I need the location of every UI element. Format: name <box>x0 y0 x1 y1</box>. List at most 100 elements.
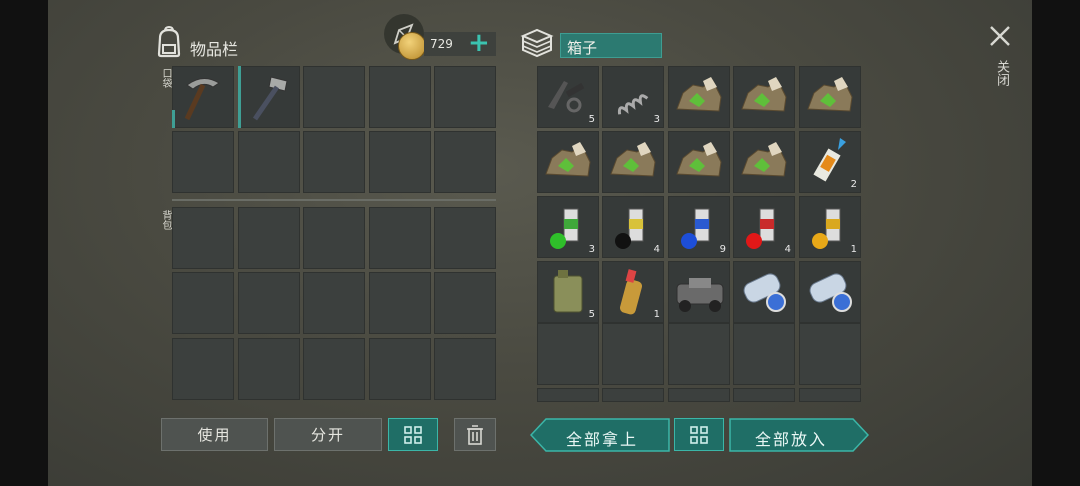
pocket-slot-1[interactable] <box>172 66 234 128</box>
ore-icon <box>610 142 656 177</box>
box-slot-spray-paint-green[interactable]: 3 <box>537 196 599 258</box>
item-count: 5 <box>588 114 595 125</box>
box-slot-bottle[interactable]: 1 <box>602 261 664 323</box>
backpack-slot-3[interactable] <box>303 207 365 269</box>
backpack-slot-14[interactable] <box>369 338 431 400</box>
box-slot-spray-paint-yellow[interactable]: 1 <box>799 196 861 258</box>
ore-icon <box>807 77 853 112</box>
box-slot-empty[interactable] <box>668 323 730 385</box>
add-currency-button[interactable]: + <box>468 28 490 58</box>
blueprint-scroll-icon <box>743 273 786 312</box>
pocket-slot-4[interactable] <box>369 66 431 128</box>
backpack-slot-7[interactable] <box>238 272 300 334</box>
pocket-slot-10[interactable] <box>434 131 496 193</box>
ore-icon <box>676 77 722 112</box>
pocket-label: 口袋 <box>160 68 171 88</box>
pocket-slot-1-bar <box>172 110 175 128</box>
backpack-slot-2[interactable] <box>238 207 300 269</box>
pocket-slot-3[interactable] <box>303 66 365 128</box>
pocket-slot-5[interactable] <box>434 66 496 128</box>
box-slot-ore[interactable] <box>733 66 795 128</box>
grid-icon <box>690 425 708 444</box>
backpack-slot-11[interactable] <box>172 338 234 400</box>
close-icon[interactable] <box>988 24 1012 48</box>
put-all-button[interactable]: 全部放入 <box>729 418 869 452</box>
box-slot-vehicle-chassis[interactable] <box>668 261 730 323</box>
backpack-slot-13[interactable] <box>303 338 365 400</box>
backpack-slot-10[interactable] <box>434 272 496 334</box>
use-button[interactable]: 使用 <box>161 418 268 451</box>
backpack-slot-9[interactable] <box>369 272 431 334</box>
currency-amount: 729 <box>430 37 453 51</box>
backpack-slot-4[interactable] <box>369 207 431 269</box>
box-slot-blueprint-scroll[interactable] <box>799 261 861 323</box>
backpack-icon <box>154 25 184 58</box>
item-count: 4 <box>653 244 660 255</box>
backpack-slot-12[interactable] <box>238 338 300 400</box>
put-all-label: 全部放入 <box>755 430 828 449</box>
backpack-label: 背包 <box>160 210 171 230</box>
box-slot-blueprint-scroll[interactable] <box>733 261 795 323</box>
box-slot-empty[interactable] <box>799 388 861 402</box>
item-count: 3 <box>653 114 660 125</box>
box-slot-empty[interactable] <box>537 388 599 402</box>
box-slot-ore[interactable] <box>537 131 599 193</box>
left-letterbox <box>0 0 48 486</box>
item-count: 4 <box>784 244 791 255</box>
game-panel: 物品栏 729 + 箱子 关闭 口袋 背包 使用 分开 全部拿上 全部放入 5 … <box>48 0 1032 486</box>
trash-button[interactable] <box>454 418 496 451</box>
box-title: 箱子 <box>567 39 598 57</box>
box-slot-spring[interactable]: 3 <box>602 66 664 128</box>
item-count: 1 <box>850 244 857 255</box>
box-slot-ore[interactable] <box>668 66 730 128</box>
backpack-slot-15[interactable] <box>434 338 496 400</box>
box-slot-empty[interactable] <box>733 388 795 402</box>
item-count: 2 <box>850 179 857 190</box>
ore-icon <box>545 142 591 177</box>
backpack-slot-5[interactable] <box>434 207 496 269</box>
box-slot-ore[interactable] <box>799 66 861 128</box>
box-name-field[interactable]: 箱子 <box>560 33 662 58</box>
backpack-slot-8[interactable] <box>303 272 365 334</box>
grid-icon <box>404 425 422 444</box>
box-slot-ore[interactable] <box>668 131 730 193</box>
box-slot-empty[interactable] <box>733 323 795 385</box>
box-slot-jerrycan[interactable]: 5 <box>537 261 599 323</box>
box-slot-spray-paint-blue[interactable]: 9 <box>668 196 730 258</box>
close-label[interactable]: 关闭 <box>992 60 1011 86</box>
blueprint-scroll-icon <box>809 273 852 312</box>
box-slot-gun-parts[interactable]: 5 <box>537 66 599 128</box>
sort-inventory-button[interactable] <box>388 418 438 451</box>
pocket-slot-2[interactable] <box>238 66 300 128</box>
pickaxe-icon <box>184 78 220 121</box>
box-slot-empty[interactable] <box>602 388 664 402</box>
box-slot-empty[interactable] <box>799 323 861 385</box>
pocket-slot-6[interactable] <box>172 131 234 193</box>
split-button[interactable]: 分开 <box>274 418 382 451</box>
box-slot-empty[interactable] <box>602 323 664 385</box>
backpack-slot-6[interactable] <box>172 272 234 334</box>
box-slot-spray-paint-red[interactable]: 4 <box>733 196 795 258</box>
sort-box-button[interactable] <box>674 418 724 451</box>
box-slot-glue[interactable]: 2 <box>799 131 861 193</box>
backpack-slot-1[interactable] <box>172 207 234 269</box>
item-count: 1 <box>653 309 660 320</box>
coin-icon <box>398 32 426 60</box>
take-all-button[interactable]: 全部拿上 <box>530 418 670 452</box>
box-slot-ore[interactable] <box>602 131 664 193</box>
pocket-slot-7[interactable] <box>238 131 300 193</box>
pocket-slot-2-bar <box>238 66 241 128</box>
box-slot-empty[interactable] <box>537 323 599 385</box>
pocket-slot-8[interactable] <box>303 131 365 193</box>
ore-icon <box>741 142 787 177</box>
box-slot-spray-paint-black[interactable]: 4 <box>602 196 664 258</box>
box-slot-ore[interactable] <box>733 131 795 193</box>
ore-icon <box>741 77 787 112</box>
box-slot-empty[interactable] <box>668 388 730 402</box>
hammer-icon <box>252 76 288 121</box>
section-divider <box>172 199 496 201</box>
pocket-slot-9[interactable] <box>369 131 431 193</box>
box-icon <box>520 26 554 60</box>
take-all-label: 全部拿上 <box>566 430 639 449</box>
ore-icon <box>676 142 722 177</box>
